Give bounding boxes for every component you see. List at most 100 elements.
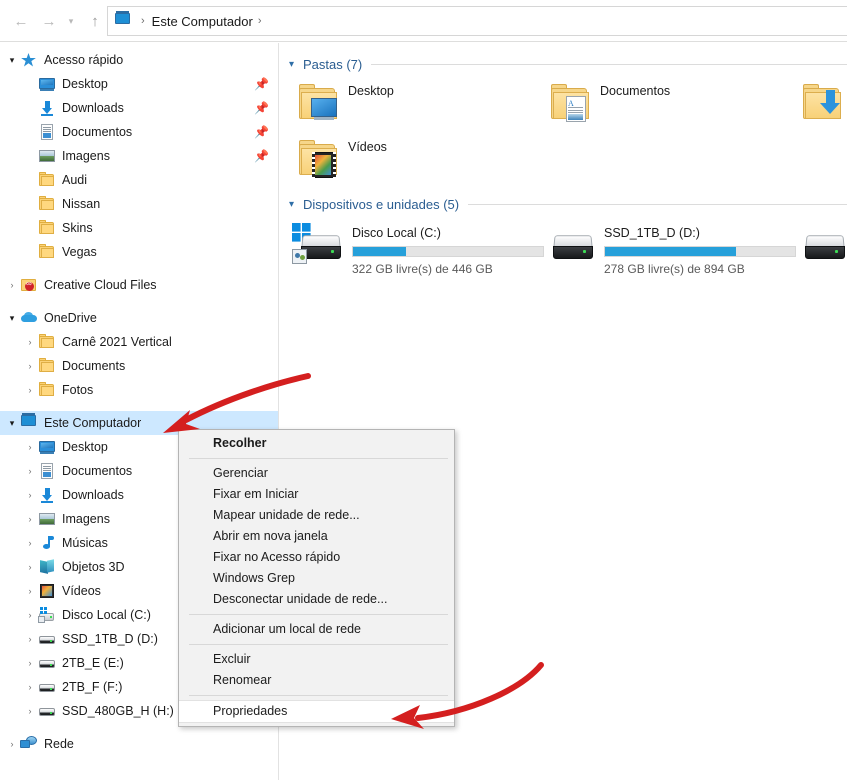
sidebar-group-creative-cloud-files[interactable]: › Creative Cloud Files (0, 273, 278, 297)
context-menu-item-mapear-unidade-de-rede[interactable]: Mapear unidade de rede... (179, 505, 454, 526)
chevron-down-icon[interactable]: ▾ (62, 8, 80, 34)
downloads-icon (38, 99, 56, 117)
item-drive-clipped[interactable] (794, 223, 847, 279)
chevron-right-icon[interactable]: › (22, 337, 38, 347)
drive-icon (38, 654, 56, 672)
context-menu-item-windows-grep[interactable]: Windows Grep (179, 568, 454, 589)
context-menu-item-adicionar-um-local-de-rede[interactable]: Adicionar um local de rede (179, 619, 454, 640)
downloads-icon (38, 486, 56, 504)
breadcrumb-separator-2[interactable]: › (258, 15, 262, 27)
context-menu-item-renomear[interactable]: Renomear (179, 670, 454, 691)
chevron-down-icon[interactable]: ▾ (4, 55, 20, 66)
sidebar-item-label: Nissan (62, 197, 101, 211)
sidebar-item-fotos[interactable]: › Fotos (0, 378, 278, 402)
sidebar-item-nissan[interactable]: › Nissan (0, 192, 278, 216)
context-menu[interactable]: Recolher Gerenciar Fixar em Iniciar Mape… (178, 429, 455, 727)
item-ssd-1tb-d[interactable]: SSD_1TB_D (D:) 278 GB livre(s) de 894 GB (542, 223, 796, 279)
item-label: SSD_1TB_D (D:) (604, 226, 700, 240)
sidebar-item-documentos-qa[interactable]: › Documentos 📌 (0, 120, 278, 144)
folder-icon (38, 381, 56, 399)
context-menu-item-recolher[interactable]: Recolher (179, 433, 454, 454)
no-chevron: › (22, 103, 38, 113)
item-documentos[interactable]: A Documentos (550, 81, 810, 137)
forward-icon[interactable]: → (36, 8, 62, 34)
onedrive-icon (20, 309, 38, 327)
chevron-right-icon[interactable]: › (22, 634, 38, 644)
chevron-right-icon[interactable]: › (22, 658, 38, 668)
back-icon[interactable]: ← (8, 8, 34, 34)
sidebar-item-label: Vegas (62, 245, 97, 259)
context-menu-separator (189, 614, 448, 615)
chevron-right-icon[interactable]: › (22, 361, 38, 371)
drive-icon (38, 702, 56, 720)
sidebar-item-desktop-qa[interactable]: › Desktop 📌 (0, 72, 278, 96)
sidebar-item-vegas[interactable]: › Vegas (0, 240, 278, 264)
sidebar-group-rede[interactable]: › Rede (0, 732, 278, 756)
folder-icon (38, 357, 56, 375)
no-chevron: › (22, 151, 38, 161)
chevron-right-icon[interactable]: › (22, 586, 38, 596)
chevron-right-icon[interactable]: › (22, 538, 38, 548)
chevron-right-icon[interactable]: › (4, 280, 20, 290)
sidebar-item-label: Documentos (62, 125, 133, 139)
context-menu-item-excluir[interactable]: Excluir (179, 649, 454, 670)
item-downloads[interactable]: Downloads (802, 81, 847, 137)
desktop-icon (38, 75, 56, 93)
chevron-down-icon[interactable]: ▾ (289, 59, 303, 70)
chevron-right-icon[interactable]: › (22, 490, 38, 500)
chevron-down-icon[interactable]: ▾ (289, 199, 303, 210)
breadcrumb-this-computador[interactable]: Este Computador (152, 14, 253, 29)
sidebar-item-skins[interactable]: › Skins (0, 216, 278, 240)
context-menu-item-desconectar-unidade-de-rede[interactable]: Desconectar unidade de rede... (179, 589, 454, 610)
sidebar-item-documents-od[interactable]: › Documents (0, 354, 278, 378)
item-desktop[interactable]: Desktop (298, 81, 558, 137)
chevron-right-icon[interactable]: › (22, 385, 38, 395)
sidebar-item-imagens-qa[interactable]: › Imagens 📌 (0, 144, 278, 168)
navigation-bar: ← → ▾ ↑ › Este Computador › (0, 0, 847, 42)
section-header-dispositivos[interactable]: ▾ Dispositivos e unidades (5) (280, 193, 847, 215)
folder-icon (38, 171, 56, 189)
pin-icon[interactable]: 📌 (254, 101, 269, 115)
context-menu-item-gerenciar[interactable]: Gerenciar (179, 463, 454, 484)
chevron-right-icon[interactable]: › (22, 562, 38, 572)
pin-icon[interactable]: 📌 (254, 77, 269, 91)
videos-icon (38, 582, 56, 600)
item-disco-local-c[interactable]: Disco Local (C:) 322 GB livre(s) de 446 … (290, 223, 544, 279)
section-header-pastas[interactable]: ▾ Pastas (7) (280, 53, 847, 75)
sidebar-group-onedrive[interactable]: ▾ OneDrive (0, 306, 278, 330)
folder-icon (38, 195, 56, 213)
context-menu-item-abrir-em-nova-janela[interactable]: Abrir em nova janela (179, 526, 454, 547)
address-bar[interactable]: › Este Computador › (107, 6, 847, 36)
chevron-down-icon[interactable]: ▾ (4, 418, 20, 429)
item-videos[interactable]: Vídeos (298, 137, 558, 193)
this-pc-icon (114, 11, 132, 29)
sidebar-group-label: Creative Cloud Files (44, 278, 157, 292)
chevron-right-icon[interactable]: › (22, 466, 38, 476)
pin-icon[interactable]: 📌 (254, 125, 269, 139)
sidebar-group-label: Acesso rápido (44, 53, 124, 67)
context-menu-item-fixar-em-iniciar[interactable]: Fixar em Iniciar (179, 484, 454, 505)
sidebar-item-audi[interactable]: › Audi (0, 168, 278, 192)
breadcrumb-separator-1[interactable]: › (141, 15, 145, 27)
chevron-right-icon[interactable]: › (22, 706, 38, 716)
chevron-down-icon[interactable]: ▾ (4, 313, 20, 324)
chevron-right-icon[interactable]: › (22, 514, 38, 524)
pin-icon[interactable]: 📌 (254, 149, 269, 163)
local-disk-icon (38, 606, 56, 624)
chevron-right-icon[interactable]: › (4, 739, 20, 749)
chevron-right-icon[interactable]: › (22, 442, 38, 452)
sidebar-item-label: Desktop (62, 440, 108, 454)
capacity-text: 322 GB livre(s) de 446 GB (352, 262, 493, 276)
item-label: Disco Local (C:) (352, 226, 441, 240)
up-icon[interactable]: ↑ (82, 8, 108, 34)
sidebar-item-carne-2021-vertical[interactable]: › Carnê 2021 Vertical (0, 330, 278, 354)
sidebar-item-label: Disco Local (C:) (62, 608, 151, 622)
sidebar-group-acesso-rapido[interactable]: ▾ Acesso rápido (0, 48, 278, 72)
chevron-right-icon[interactable]: › (22, 610, 38, 620)
sidebar-group-label: OneDrive (44, 311, 97, 325)
context-menu-item-propriedades[interactable]: Propriedades (179, 700, 454, 723)
context-menu-item-fixar-no-acesso-rapido[interactable]: Fixar no Acesso rápido (179, 547, 454, 568)
context-menu-separator (189, 695, 448, 696)
sidebar-item-downloads-qa[interactable]: › Downloads 📌 (0, 96, 278, 120)
chevron-right-icon[interactable]: › (22, 682, 38, 692)
